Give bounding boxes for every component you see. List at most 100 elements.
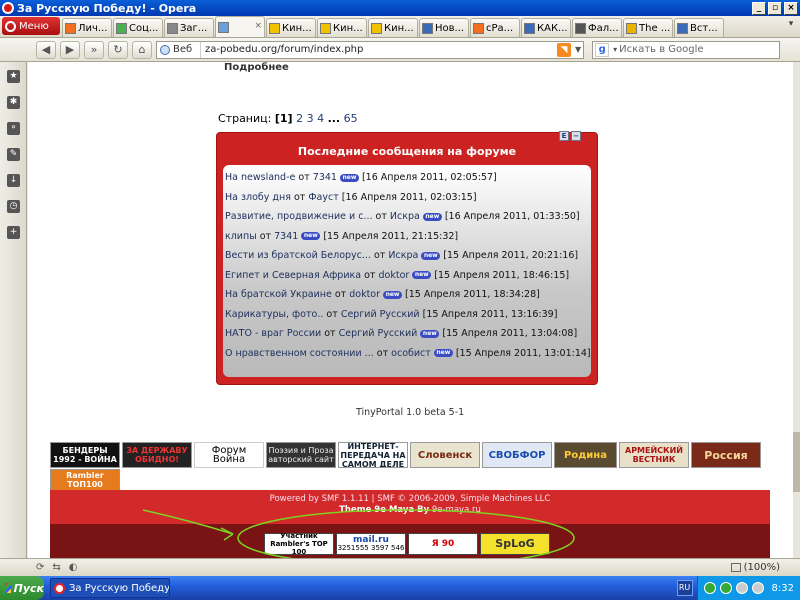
scrollbar-thumb[interactable] [793, 432, 800, 492]
post-title-link[interactable]: клипы [225, 231, 257, 242]
tinyportal-credit[interactable]: TinyPortal 1.0 beta 5-1 [356, 407, 464, 418]
notes-icon[interactable]: ✎ [7, 148, 20, 161]
search-field[interactable]: g ▾ Искать в Google [592, 40, 781, 59]
new-badge-icon[interactable]: new [301, 232, 321, 241]
forward-button[interactable]: ▶ [60, 40, 80, 59]
add-panel-icon[interactable]: + [7, 226, 20, 239]
post-title-link[interactable]: На братской Украине [225, 289, 332, 300]
browser-tab[interactable]: Соц... [113, 18, 163, 37]
partner-banner[interactable]: Rambler ТОП100 [50, 469, 120, 491]
reload-button[interactable]: ↻ [108, 40, 128, 59]
partner-banner[interactable]: Поэзия и Проза авторский сайт [266, 442, 336, 468]
address-dropdown-icon[interactable]: ▼ [573, 45, 583, 54]
mailru-counter[interactable]: mail.ru 3251555 3597 546 [336, 533, 406, 555]
google-icon[interactable]: g [595, 42, 610, 57]
theme-link[interactable]: 9e-maya.ru [432, 505, 481, 515]
new-badge-icon[interactable]: new [339, 173, 359, 182]
browser-tab[interactable]: Вст... [674, 18, 724, 37]
fast-forward-button[interactable]: » [84, 40, 104, 59]
clock[interactable]: 8:32 [772, 583, 794, 594]
post-title-link[interactable]: НАТО - враг России [225, 328, 321, 339]
pagination-link[interactable]: 3 [307, 112, 314, 125]
post-title-link[interactable]: Карикатуры, фото.. [225, 309, 323, 320]
search-engine-dropdown-icon[interactable]: ▾ [611, 45, 619, 54]
speed-dial-icon[interactable]: ⟳ [36, 562, 44, 573]
partner-banner[interactable]: Родина [554, 442, 617, 468]
post-title-link[interactable]: Египет и Северная Африка [225, 270, 361, 281]
restore-button[interactable]: ▫ [768, 1, 782, 15]
post-author-link[interactable]: 7341 [313, 172, 337, 183]
back-button[interactable]: ◀ [36, 40, 56, 59]
bookmarks-icon[interactable]: ★ [7, 70, 20, 83]
browser-tab[interactable]: Заг... [164, 18, 214, 37]
home-button[interactable]: ⌂ [132, 40, 152, 59]
rss-feed-icon[interactable]: ◥ [557, 42, 571, 57]
new-badge-icon[interactable]: new [412, 271, 432, 280]
new-badge-icon[interactable]: new [383, 290, 403, 299]
browser-tab[interactable]: КАК... [521, 18, 571, 37]
url-text[interactable]: za-pobedu.org/forum/index.php [201, 44, 557, 55]
partner-banner[interactable]: Словенск [410, 442, 480, 468]
window-title-bar[interactable]: За Русскую Победу! - Opera _ ▫ × [0, 0, 800, 16]
more-link[interactable]: Подробнее [224, 62, 289, 73]
turbo-icon[interactable]: ⇆ [52, 562, 60, 573]
partner-banner[interactable]: АРМЕЙСКИЙ ВЕСТНИК [619, 442, 689, 468]
post-author-link[interactable]: doktor [349, 289, 380, 300]
close-button[interactable]: × [784, 1, 798, 15]
pagination-link[interactable]: 2 [296, 112, 303, 125]
partner-banner[interactable]: ИНТЕРНЕТ-ПЕРЕДАЧА НА САМОМ ДЕЛЕ [338, 442, 408, 468]
pagination-link[interactable]: 4 [317, 112, 324, 125]
browser-tab[interactable]: Кин... [317, 18, 367, 37]
partner-banner[interactable]: СВОБФОР [482, 442, 552, 468]
browser-tab[interactable]: Лич... [62, 18, 112, 37]
yandex-counter[interactable]: Я 90 [408, 533, 478, 555]
partner-banner[interactable]: Форум Война [194, 442, 264, 468]
opera-menu-button[interactable]: Меню [2, 17, 60, 35]
post-author-link[interactable]: Искра [388, 250, 418, 261]
partner-banner[interactable]: Россия [691, 442, 761, 468]
history-icon[interactable]: ◷ [7, 200, 20, 213]
new-badge-icon[interactable]: new [422, 212, 442, 221]
unite-icon[interactable]: ⚬ [7, 122, 20, 135]
post-author-link[interactable]: Искра [390, 211, 420, 222]
tab-close-icon[interactable]: × [254, 21, 262, 31]
search-input[interactable]: Искать в Google [619, 44, 703, 55]
rambler-counter[interactable]: Участник Rambler's TOP 100 [264, 532, 334, 556]
browser-tab[interactable]: Нов... [419, 18, 469, 37]
smf-credit[interactable]: Powered by SMF 1.1.11 | SMF © 2006-2009,… [50, 494, 770, 504]
web-badge[interactable]: Веб [157, 41, 201, 58]
tray-volume-icon[interactable] [751, 582, 764, 594]
post-author-link[interactable]: особист [391, 348, 431, 359]
post-author-link[interactable]: 7341 [274, 231, 298, 242]
post-title-link[interactable]: Вести из братской Белорус... [225, 250, 371, 261]
tab-menu-chevron-icon[interactable]: ▾ [784, 19, 798, 35]
pagination-link-last[interactable]: 65 [344, 112, 358, 125]
tray-network-icon[interactable] [735, 582, 748, 594]
new-badge-icon[interactable]: new [421, 251, 441, 260]
unite-status-icon[interactable]: ◐ [69, 562, 78, 573]
splog-counter[interactable]: SpLoG [480, 533, 550, 555]
post-author-link[interactable]: doktor [379, 270, 410, 281]
collapse-block-icon[interactable]: − [571, 131, 581, 141]
browser-tab[interactable]: The ... [623, 18, 673, 37]
post-author-link[interactable]: Сергий Русский [341, 309, 420, 320]
vertical-scrollbar[interactable] [793, 62, 800, 558]
start-button[interactable]: Пуск [0, 576, 44, 600]
post-title-link[interactable]: О нравственном состоянии ... [225, 348, 374, 359]
browser-tab[interactable]: сPа... [470, 18, 520, 37]
widgets-icon[interactable]: ✱ [7, 96, 20, 109]
downloads-icon[interactable]: ↓ [7, 174, 20, 187]
partner-banner[interactable]: ЗА ДЕРЖАВУ ОБИДНО! [122, 442, 192, 468]
browser-tab[interactable]: Кин... [368, 18, 418, 37]
browser-tab[interactable]: Кин... [266, 18, 316, 37]
language-indicator[interactable]: RU [676, 580, 693, 596]
zoom-indicator[interactable]: (100%) [730, 562, 780, 573]
post-title-link[interactable]: На newsland-е [225, 172, 295, 183]
new-badge-icon[interactable]: new [433, 349, 453, 358]
post-title-link[interactable]: На злобу дня [225, 192, 291, 203]
taskbar-item-opera[interactable]: За Русскую Победу!... [50, 578, 170, 598]
post-title-link[interactable]: Развитие, продвижение и с... [225, 211, 373, 222]
post-author-link[interactable]: Сергий Русский [339, 328, 418, 339]
browser-tab[interactable]: Фал... [572, 18, 622, 37]
tray-app-icon[interactable] [719, 582, 732, 594]
